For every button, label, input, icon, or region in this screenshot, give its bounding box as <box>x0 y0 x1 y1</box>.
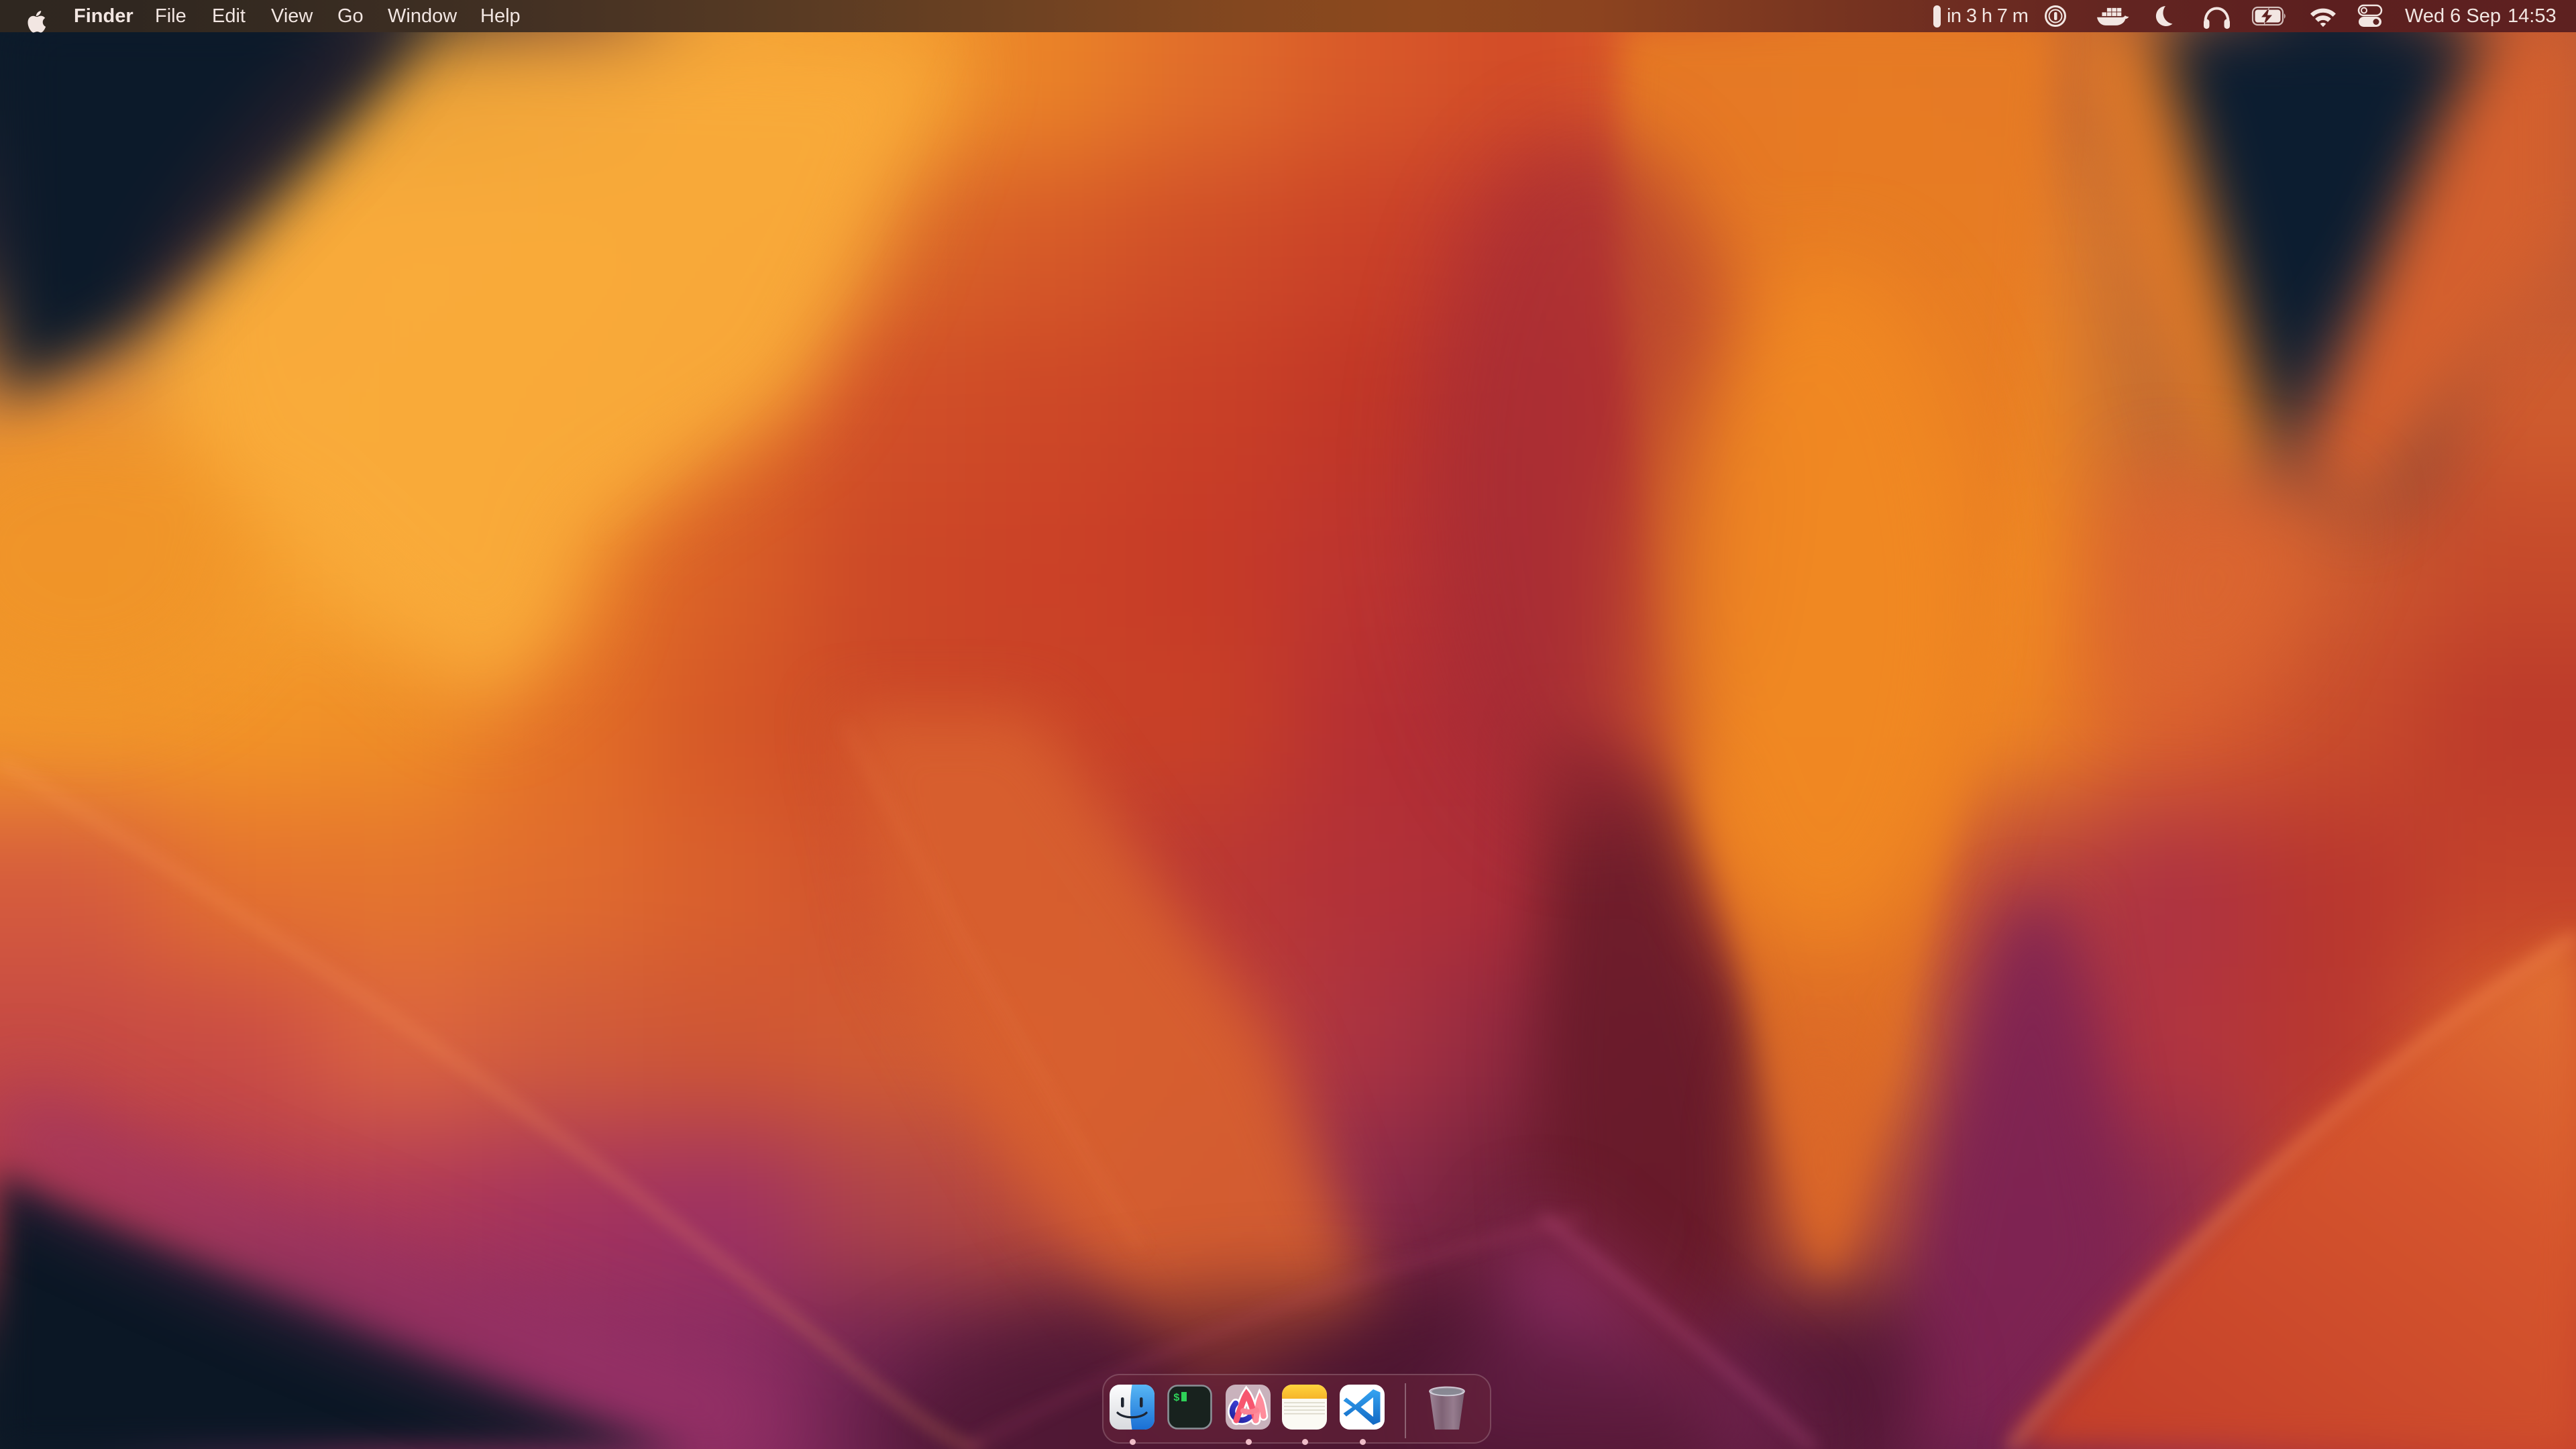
svg-text:$: $ <box>1173 1392 1180 1404</box>
